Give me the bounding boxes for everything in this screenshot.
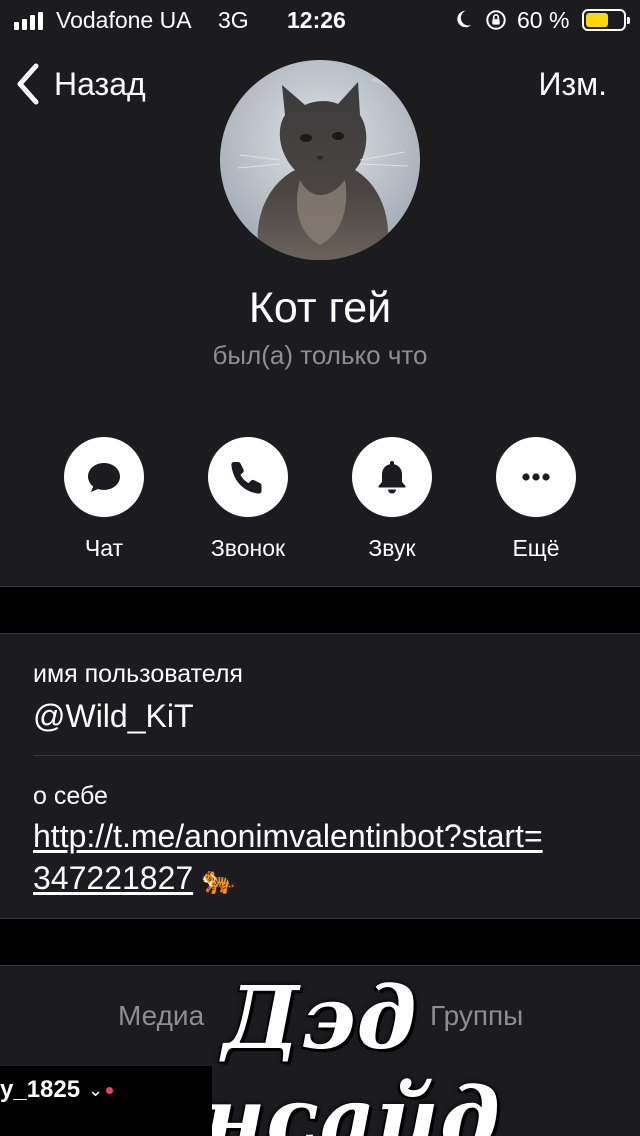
call-circle [208,437,288,517]
battery-icon [582,9,630,31]
bio-link[interactable]: http://t.me/anonimvalentinbot?start=3472… [33,818,543,896]
back-button[interactable]: Назад [14,62,146,106]
bio-label: о себе [33,782,108,810]
chat-bubble-icon [88,463,120,492]
sound-circle [352,437,432,517]
user-tag: y_1825 [0,1076,81,1103]
chat-button[interactable]: Чат [34,437,174,562]
sound-label: Звук [368,535,416,561]
user-chip[interactable]: y_1825 ⌄ [0,1066,212,1136]
section-separator [0,587,640,633]
chevron-left-icon [17,63,39,105]
live-dot-icon [106,1087,113,1094]
status-time: 12:26 [287,7,346,33]
signal-icon [14,12,43,30]
last-seen-status: был(а) только что [212,340,428,370]
section-separator [0,919,640,965]
more-icon [522,473,550,481]
username-label: имя пользователя [33,660,243,688]
rotation-lock-icon [486,10,506,30]
bell-icon [378,461,406,494]
username-value[interactable]: @Wild_KiT [33,698,194,735]
chat-circle [64,437,144,517]
more-button[interactable]: Ещё [466,437,606,562]
more-circle [496,437,576,517]
call-label: Звонок [210,535,286,561]
bio-text: http://t.me/anonimvalentinbot?start=3472… [33,815,553,901]
field-divider [33,755,640,756]
network-type: 3G [218,7,249,33]
edit-button[interactable]: Изм. [538,66,607,103]
more-label: Ещё [512,535,560,561]
phone-icon [231,462,262,494]
back-label: Назад [54,65,146,102]
battery-percent: 60 % [517,7,570,33]
sound-button[interactable]: Звук [322,437,462,562]
carrier-name: Vodafone UA [56,7,192,33]
avatar[interactable] [220,60,420,260]
profile-name: Кот гей [248,284,392,332]
moon-icon [457,10,472,28]
cat-avatar [220,60,420,260]
tiger-emoji: 🐅 [201,864,237,895]
status-bar: Vodafone UA 3G 12:26 60 % [0,0,640,40]
battery-fill [586,13,608,27]
call-button[interactable]: Звонок [178,437,318,562]
chat-label: Чат [84,535,124,561]
chevron-down-icon: ⌄ [88,1080,104,1100]
